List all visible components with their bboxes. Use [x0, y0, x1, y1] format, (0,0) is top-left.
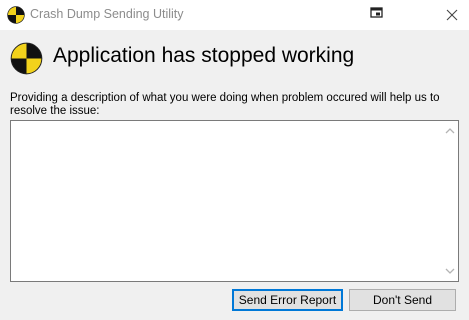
pin-window-icon[interactable]: [368, 4, 386, 22]
crash-utility-icon: [10, 42, 43, 75]
vertical-scrollbar[interactable]: [442, 121, 458, 281]
window-title: Crash Dump Sending Utility: [30, 7, 184, 21]
description-input[interactable]: [11, 121, 443, 281]
close-button[interactable]: [440, 4, 464, 26]
scroll-up-icon[interactable]: [445, 127, 455, 135]
dont-send-button[interactable]: Don't Send: [349, 289, 456, 311]
title-bar[interactable]: Crash Dump Sending Utility: [0, 0, 469, 30]
header-title: Application has stopped working: [53, 44, 355, 67]
description-prompt: Providing a description of what you were…: [10, 92, 440, 117]
description-box: [10, 120, 459, 282]
crash-utility-icon: [7, 6, 25, 24]
scroll-down-icon[interactable]: [445, 267, 455, 275]
crash-dialog-window: Crash Dump Sending Utility Application h…: [0, 0, 469, 320]
send-error-report-button[interactable]: Send Error Report: [232, 289, 343, 311]
close-icon: [446, 9, 458, 21]
